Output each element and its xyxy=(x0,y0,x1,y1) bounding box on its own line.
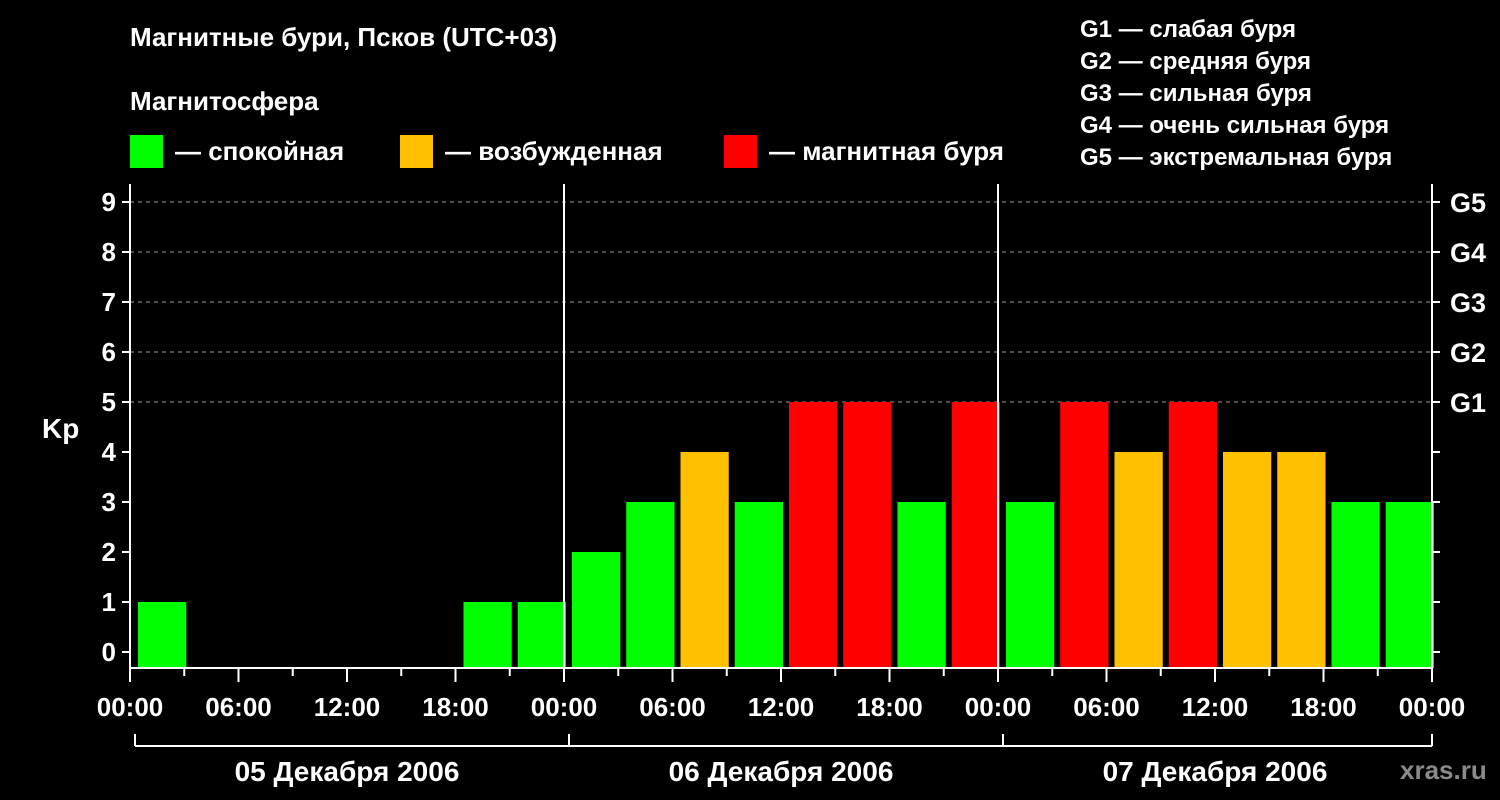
kp-bar xyxy=(680,452,729,668)
y-tick-label: 6 xyxy=(102,337,116,367)
x-tick-label: 00:00 xyxy=(97,692,164,722)
kp-bar xyxy=(734,502,783,668)
kp-bar xyxy=(897,502,946,668)
kp-bar-chart: 0 1 2 3 4 5 6 7 8 9 G1 G2 G3 G4 G5 Kp 00:00 06:00 12:00 18:… xyxy=(42,184,1486,787)
x-tick-label: 12:00 xyxy=(1182,692,1249,722)
x-tick-label: 00:00 xyxy=(531,692,598,722)
kp-bar xyxy=(1006,502,1055,668)
x-tick-label: 12:00 xyxy=(748,692,815,722)
x-tick-label: 00:00 xyxy=(1399,692,1466,722)
y-tick-label: 8 xyxy=(102,237,116,267)
kp-bar xyxy=(951,402,1000,668)
x-tick-label: 06:00 xyxy=(1073,692,1140,722)
g-axis-label: G1 xyxy=(1450,388,1486,418)
kp-bar xyxy=(1223,452,1272,668)
kp-bar xyxy=(138,602,187,668)
day-label: 06 Декабря 2006 xyxy=(669,756,894,787)
x-tick-label: 06:00 xyxy=(639,692,706,722)
kp-bar xyxy=(1277,452,1326,668)
y-tick-label: 3 xyxy=(102,487,116,517)
kp-bar xyxy=(626,502,675,668)
watermark: xras.ru xyxy=(1400,755,1487,785)
y-tick-label: 5 xyxy=(102,387,116,417)
kp-bar xyxy=(1114,452,1163,668)
x-tick-label: 18:00 xyxy=(856,692,923,722)
y-tick-label: 2 xyxy=(102,537,116,567)
kp-bar xyxy=(1331,502,1380,668)
g-axis-label: G5 xyxy=(1450,188,1486,218)
x-tick-label: 12:00 xyxy=(314,692,381,722)
g-axis-label: G2 xyxy=(1450,338,1486,368)
kp-bar xyxy=(843,402,892,668)
y-tick-label: 9 xyxy=(102,187,116,217)
g-axis-label: G4 xyxy=(1450,238,1486,268)
day-label: 07 Декабря 2006 xyxy=(1103,756,1328,787)
g-axis-label: G3 xyxy=(1450,288,1486,318)
kp-bar xyxy=(517,602,566,668)
x-tick-label: 18:00 xyxy=(422,692,489,722)
kp-bar xyxy=(1385,502,1434,668)
kp-bar xyxy=(1060,402,1109,668)
y-tick-label: 1 xyxy=(102,587,116,617)
x-tick-label: 00:00 xyxy=(965,692,1032,722)
kp-bar xyxy=(572,552,621,668)
day-label: 05 Декабря 2006 xyxy=(235,756,460,787)
kp-bar xyxy=(1168,402,1217,668)
y-tick-label: 7 xyxy=(102,287,116,317)
x-tick-label: 18:00 xyxy=(1290,692,1357,722)
y-tick-label: 4 xyxy=(102,437,117,467)
y-axis-title: Kp xyxy=(42,413,79,444)
x-tick-label: 06:00 xyxy=(205,692,272,722)
y-tick-label: 0 xyxy=(102,637,116,667)
kp-bar xyxy=(463,602,512,668)
kp-bar xyxy=(789,402,838,668)
